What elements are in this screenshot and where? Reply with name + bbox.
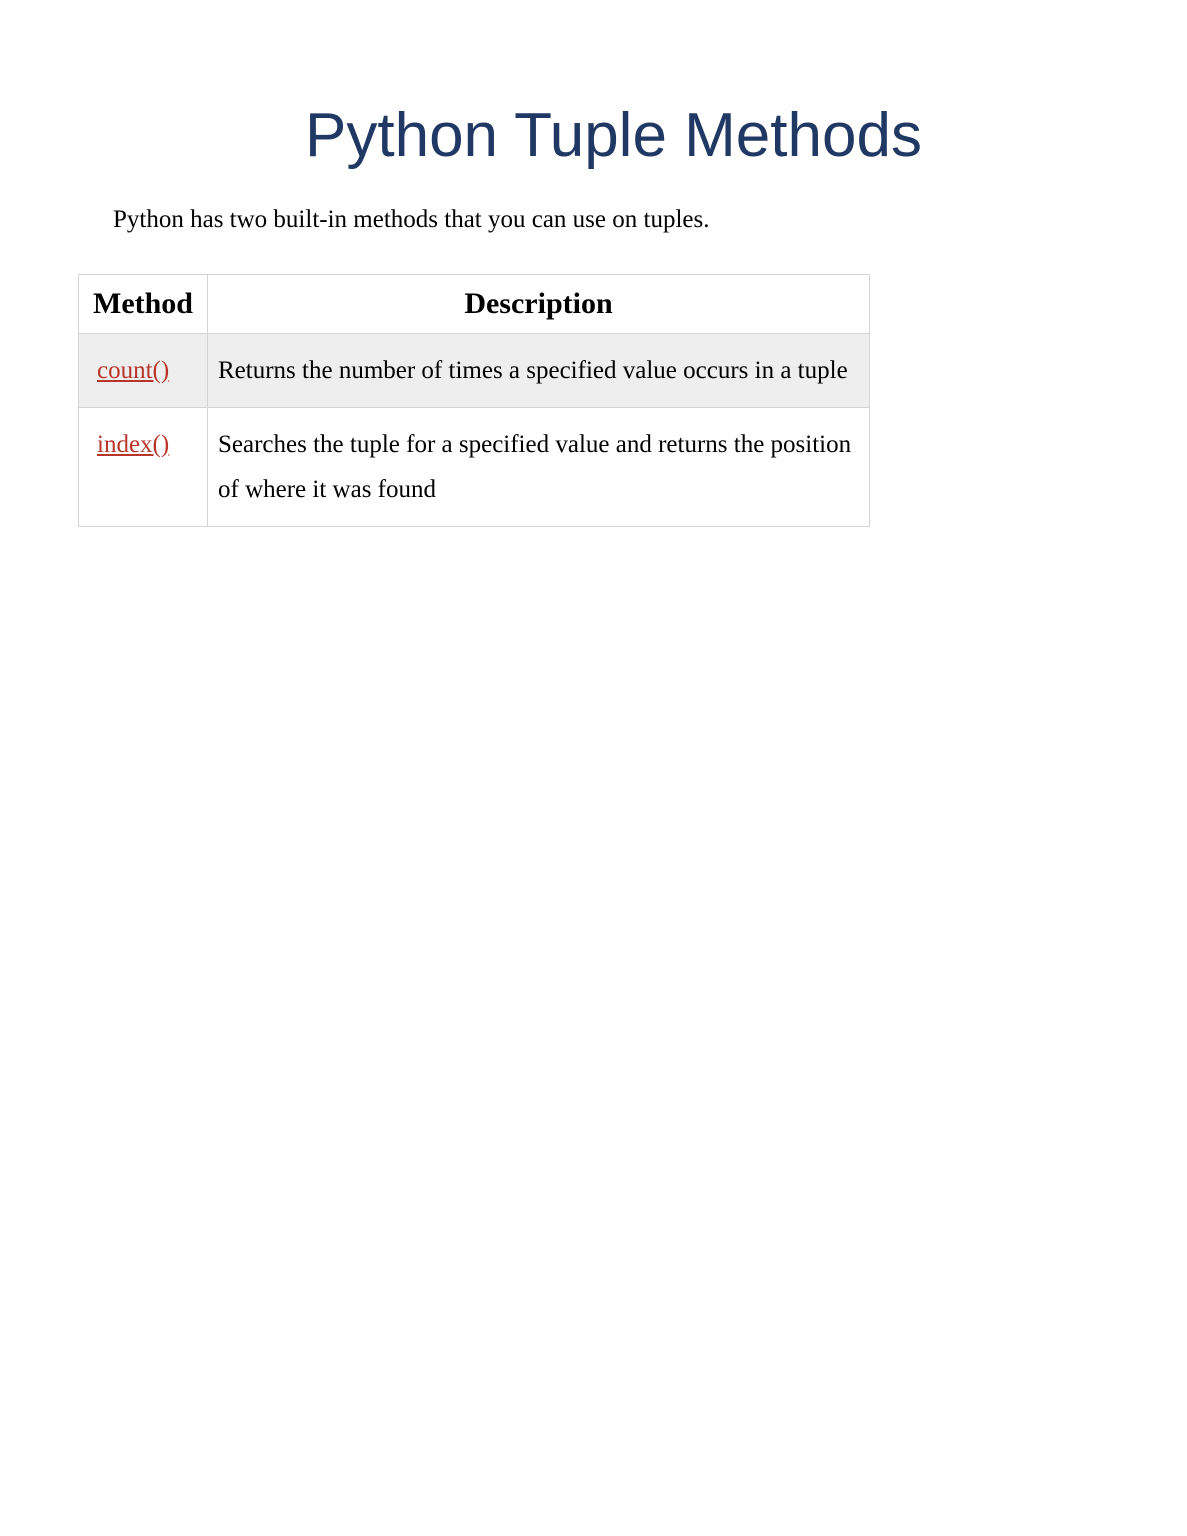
table-header-row: Method Description [79, 274, 870, 333]
table-row: count() Returns the number of times a sp… [79, 333, 870, 407]
methods-table: Method Description count() Returns the n… [78, 274, 870, 527]
description-cell: Returns the number of times a specified … [208, 333, 870, 407]
method-cell: count() [79, 333, 208, 407]
description-cell: Searches the tuple for a specified value… [208, 407, 870, 526]
table-row: index() Searches the tuple for a specifi… [79, 407, 870, 526]
method-link-count[interactable]: count() [97, 357, 169, 384]
page-title: Python Tuple Methods [118, 100, 1109, 171]
header-description: Description [208, 274, 870, 333]
intro-paragraph: Python has two built-in methods that you… [113, 201, 1109, 239]
header-method: Method [79, 274, 208, 333]
method-cell: index() [79, 407, 208, 526]
method-link-index[interactable]: index() [97, 431, 169, 458]
